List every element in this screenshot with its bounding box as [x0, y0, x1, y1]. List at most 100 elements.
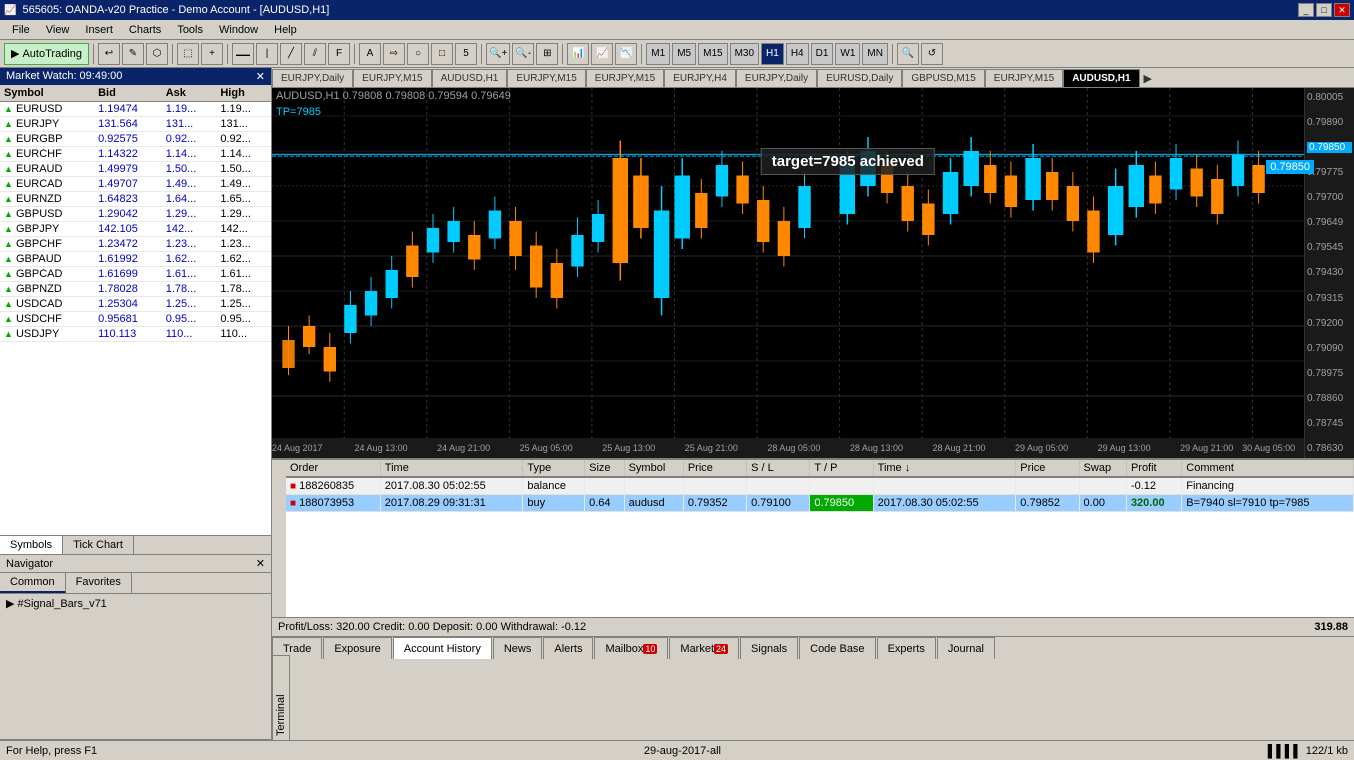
chart-tab-1[interactable]: EURJPY,M15 — [353, 69, 431, 87]
tb-btn-text[interactable]: A — [359, 43, 381, 65]
tf-m30[interactable]: M30 — [730, 43, 759, 65]
tf-m15[interactable]: M15 — [698, 43, 727, 65]
mw-symbol: ▲ EURAUD — [0, 162, 94, 177]
mw-row[interactable]: ▲ GBPUSD 1.29042 1.29... 1.29... — [0, 207, 271, 222]
chart-tab-6[interactable]: EURJPY,Daily — [736, 69, 817, 87]
nav-close-icon[interactable]: ✕ — [256, 557, 265, 570]
tb-btn-tline[interactable]: ╱ — [280, 43, 302, 65]
trade-time: 2017.08.29 09:31:31 — [380, 495, 523, 512]
price-1: 0.79890 — [1307, 117, 1352, 128]
btm-tab-signals[interactable]: Signals — [740, 637, 798, 659]
tf-m1[interactable]: M1 — [646, 43, 670, 65]
btm-tab-market[interactable]: Market24 — [669, 637, 739, 659]
menu-insert[interactable]: Insert — [77, 22, 121, 38]
restore-button[interactable]: □ — [1316, 3, 1332, 17]
tf-m5[interactable]: M5 — [672, 43, 696, 65]
tb-btn-chart-line[interactable]: 📉 — [615, 43, 637, 65]
tb-btn-zoom-out[interactable]: 🔍- — [512, 43, 534, 65]
tb-btn-refresh[interactable]: ↺ — [921, 43, 943, 65]
market-watch-header: Market Watch: 09:49:00 ✕ — [0, 68, 271, 85]
tb-btn-grid[interactable]: ⊞ — [536, 43, 558, 65]
tb-btn-search[interactable]: 🔍 — [897, 43, 919, 65]
status-date: 29-aug-2017-all — [644, 745, 721, 757]
chart-tab-8[interactable]: GBPUSD,M15 — [902, 69, 984, 87]
tb-btn-rect[interactable]: □ — [431, 43, 453, 65]
menu-help[interactable]: Help — [266, 22, 305, 38]
tf-d1[interactable]: D1 — [811, 43, 834, 65]
mw-row[interactable]: ▲ USDCAD 1.25304 1.25... 1.25... — [0, 297, 271, 312]
mw-row[interactable]: ▲ EURUSD 1.19474 1.19... 1.19... — [0, 102, 271, 117]
chart-tab-arrow[interactable]: ▶ — [1140, 70, 1156, 87]
mw-row[interactable]: ▲ GBPCHF 1.23472 1.23... 1.23... — [0, 237, 271, 252]
menu-tools[interactable]: Tools — [169, 22, 211, 38]
autotrading-button[interactable]: ▶ AutoTrading — [4, 43, 89, 65]
mw-row[interactable]: ▲ GBPCAD 1.61699 1.61... 1.61... — [0, 267, 271, 282]
chart-tab-3[interactable]: EURJPY,M15 — [507, 69, 585, 87]
chart-tab-7[interactable]: EURUSD,Daily — [817, 69, 902, 87]
mw-tab-symbols[interactable]: Symbols — [0, 536, 63, 554]
mw-row[interactable]: ▲ EURJPY 131.564 131... 131... — [0, 117, 271, 132]
mw-row[interactable]: ▲ EURNZD 1.64823 1.64... 1.65... — [0, 192, 271, 207]
btm-tab-history[interactable]: Account History — [393, 637, 492, 659]
mw-close-icon[interactable]: ✕ — [256, 70, 265, 83]
tb-btn-3[interactable]: ⬡ — [146, 43, 168, 65]
btm-tab-alerts[interactable]: Alerts — [543, 637, 593, 659]
tb-btn-zoom-in[interactable]: 🔍+ — [486, 43, 510, 65]
mw-row[interactable]: ▲ USDJPY 110.113 110... 110... — [0, 327, 271, 342]
tb-btn-5[interactable]: 5 — [455, 43, 477, 65]
chart-tab-0[interactable]: EURJPY,Daily — [272, 69, 353, 87]
menu-file[interactable]: File — [4, 22, 38, 38]
btm-tab-codebase[interactable]: Code Base — [799, 637, 875, 659]
tb-btn-arrow[interactable]: ⇨ — [383, 43, 405, 65]
nav-tab-common[interactable]: Common — [0, 573, 66, 593]
tf-h4[interactable]: H4 — [786, 43, 809, 65]
trade-table-body: ■ 188260835 2017.08.30 05:02:55 balance … — [286, 477, 1354, 512]
mw-tab-tickchart[interactable]: Tick Chart — [63, 536, 134, 554]
mw-symbol: ▲ EURCAD — [0, 177, 94, 192]
mw-row[interactable]: ▲ GBPJPY 142.105 142... 142... — [0, 222, 271, 237]
tb-btn-fib[interactable]: F — [328, 43, 350, 65]
nav-tab-favorites[interactable]: Favorites — [66, 573, 132, 593]
chart-tab-9[interactable]: EURJPY,M15 — [985, 69, 1063, 87]
tb-btn-hline[interactable]: — — [232, 43, 254, 65]
tb-btn-1[interactable]: ↩ — [98, 43, 120, 65]
tb-btn-chart-bar[interactable]: 📊 — [567, 43, 589, 65]
tb-btn-cursor[interactable]: ⬚ — [177, 43, 199, 65]
menu-window[interactable]: Window — [211, 22, 266, 38]
menu-view[interactable]: View — [38, 22, 78, 38]
btm-tab-exposure[interactable]: Exposure — [323, 637, 391, 659]
mw-row[interactable]: ▲ EURCAD 1.49707 1.49... 1.49... — [0, 177, 271, 192]
chart-tab-5[interactable]: EURJPY,H4 — [664, 69, 736, 87]
tf-mn[interactable]: MN — [862, 43, 888, 65]
trade-row[interactable]: ■ 188260835 2017.08.30 05:02:55 balance … — [286, 477, 1354, 495]
menu-charts[interactable]: Charts — [121, 22, 169, 38]
close-button[interactable]: ✕ — [1334, 3, 1350, 17]
minimize-button[interactable]: _ — [1298, 3, 1314, 17]
trade-profit: 320.00 — [1126, 495, 1181, 512]
btm-tab-mailbox[interactable]: Mailbox10 — [594, 637, 668, 659]
btm-tab-news[interactable]: News — [493, 637, 543, 659]
tf-h1[interactable]: H1 — [761, 43, 784, 65]
mw-row[interactable]: ▲ GBPAUD 1.61992 1.62... 1.62... — [0, 252, 271, 267]
tb-btn-2[interactable]: ✎ — [122, 43, 144, 65]
tb-btn-cross[interactable]: + — [201, 43, 223, 65]
btm-tab-experts[interactable]: Experts — [877, 637, 936, 659]
trade-symbol: audusd — [624, 495, 683, 512]
tb-btn-chart-candle[interactable]: 📈 — [591, 43, 613, 65]
nav-item-0[interactable]: ▶ #Signal_Bars_v71 — [2, 596, 269, 611]
mw-row[interactable]: ▲ EURCHF 1.14322 1.14... 1.14... — [0, 147, 271, 162]
trade-row[interactable]: ■ 188073953 2017.08.29 09:31:31 buy 0.64… — [286, 495, 1354, 512]
tf-w1[interactable]: W1 — [835, 43, 860, 65]
mw-row[interactable]: ▲ USDCHF 0.95681 0.95... 0.95... — [0, 312, 271, 327]
tb-btn-vline[interactable]: | — [256, 43, 278, 65]
mw-row[interactable]: ▲ GBPNZD 1.78028 1.78... 1.78... — [0, 282, 271, 297]
mw-row[interactable]: ▲ EURGBP 0.92575 0.92... 0.92... — [0, 132, 271, 147]
chart-tab-2[interactable]: AUDUSD,H1 — [432, 69, 508, 87]
mw-row[interactable]: ▲ EURAUD 1.49979 1.50... 1.50... — [0, 162, 271, 177]
tb-btn-circle[interactable]: ○ — [407, 43, 429, 65]
price-12: 0.78860 — [1307, 393, 1352, 404]
btm-tab-journal[interactable]: Journal — [937, 637, 995, 659]
chart-tab-4[interactable]: EURJPY,M15 — [586, 69, 664, 87]
tb-btn-channel[interactable]: ⫽ — [304, 43, 326, 65]
chart-tab-10[interactable]: AUDUSD,H1 — [1063, 69, 1139, 87]
